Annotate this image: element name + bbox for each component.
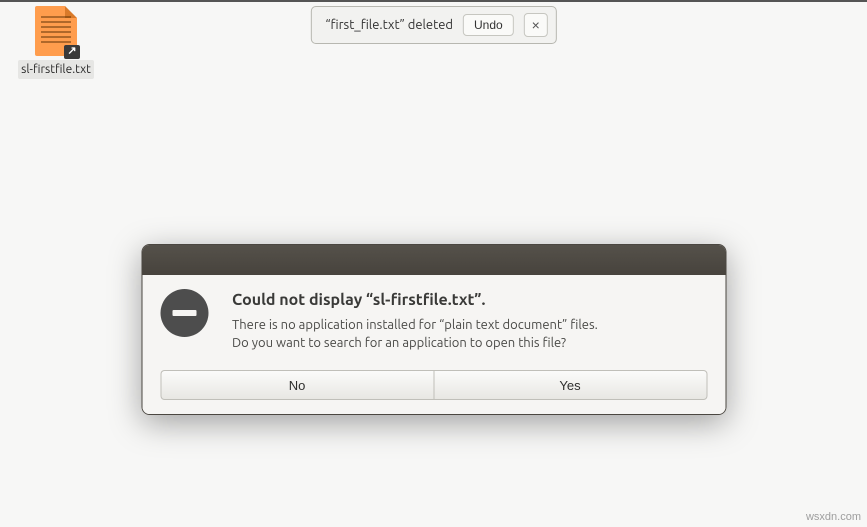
undo-button[interactable]: Undo [463,14,514,36]
symlink-badge-icon [64,45,80,59]
file-label: sl-firstfile.txt [18,60,94,79]
no-button[interactable]: No [160,370,433,400]
dialog-desc-line1: There is no application installed for “p… [232,318,598,332]
error-dialog: Could not display “sl-firstfile.txt”. Th… [141,244,726,415]
text-file-icon [35,6,77,56]
dialog-titlebar[interactable] [142,245,725,275]
dialog-button-row: No Yes [160,370,707,400]
dialog-title: Could not display “sl-firstfile.txt”. [232,291,707,309]
yes-button[interactable]: Yes [433,370,707,400]
window-top-edge [0,0,867,2]
undo-delete-toast: “first_file.txt” deleted Undo × [310,6,556,44]
watermark: wsxdn.com [806,511,861,523]
toast-message: “first_file.txt” deleted [325,18,453,32]
close-toast-button[interactable]: × [524,13,548,37]
dialog-desc-line2: Do you want to search for an application… [232,336,566,350]
dialog-description: There is no application installed for “p… [232,317,707,352]
dialog-body: Could not display “sl-firstfile.txt”. Th… [142,275,725,414]
no-entry-icon [160,289,208,337]
desktop-file-icon[interactable]: sl-firstfile.txt [18,6,94,79]
